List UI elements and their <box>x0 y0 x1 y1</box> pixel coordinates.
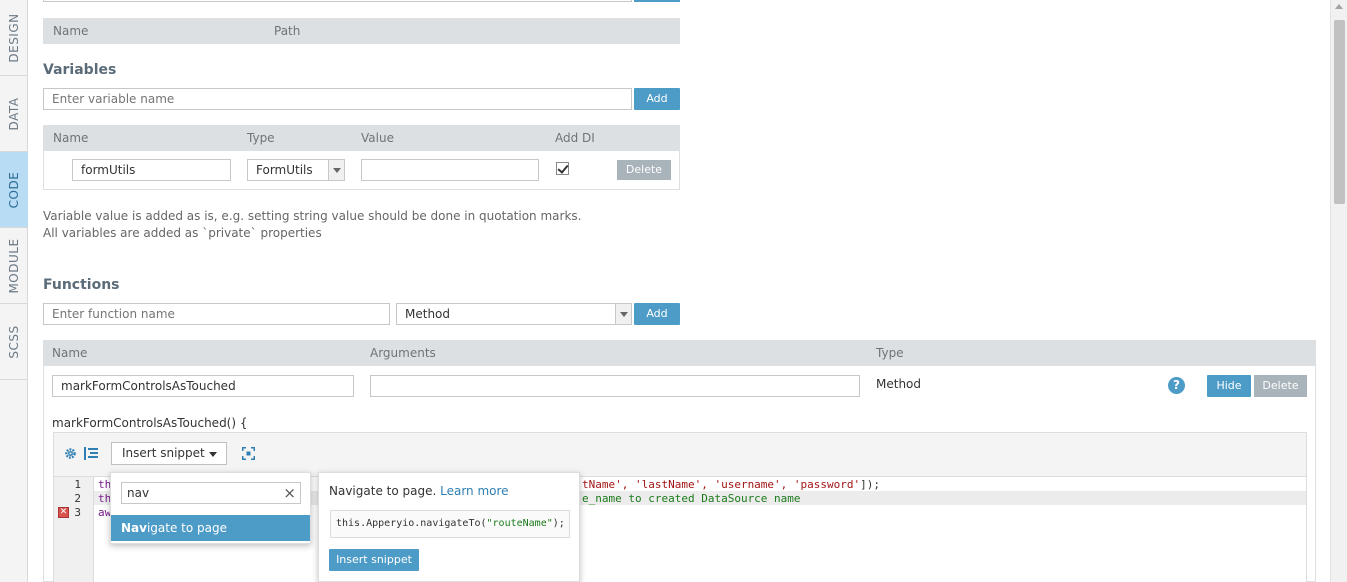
function-arguments-field[interactable] <box>370 375 860 397</box>
snippet-search-input[interactable]: nav × <box>121 482 301 504</box>
snippet-result-rest: igate to page <box>146 521 228 535</box>
add-di-checkbox[interactable] <box>556 162 569 175</box>
add-variable-button[interactable]: Add <box>634 88 680 110</box>
insert-snippet-dropdown[interactable]: Insert snippet <box>111 442 227 465</box>
snippet-result-match: Nav <box>121 521 147 535</box>
import-input[interactable] <box>43 0 632 2</box>
variable-name-field[interactable] <box>72 159 231 181</box>
variable-type-select[interactable]: FormUtils <box>247 159 345 181</box>
functions-table-header: Name Arguments Type <box>43 340 1316 366</box>
code-token: ]); <box>860 478 881 491</box>
delete-function-button[interactable]: Delete <box>1254 375 1307 397</box>
variable-name-input[interactable] <box>43 88 632 110</box>
snippet-search-popup: nav × Navigate to page <box>110 472 311 544</box>
editor-gutter: 1 2 ✕ 3 <box>54 477 94 582</box>
variable-row: FormUtils Delete <box>43 151 680 190</box>
snippet-code-preview: this.Apperyio.navigateTo("routeName"); <box>330 510 570 538</box>
function-signature: markFormControlsAsTouched() { <box>52 416 248 430</box>
snippet-search-value: nav <box>127 486 150 500</box>
variables-note-2: All variables are added as `private` pro… <box>43 226 322 240</box>
indent-icon[interactable] <box>84 447 98 460</box>
editor-toolbar <box>54 433 1306 477</box>
variables-col-type: Type <box>247 131 275 145</box>
function-type-value: Method <box>876 377 922 391</box>
line-number: 3 <box>74 506 81 519</box>
function-name-input[interactable] <box>43 303 390 325</box>
fullscreen-icon[interactable] <box>242 447 255 460</box>
tab-design[interactable]: DESIGN <box>0 0 28 76</box>
chevron-down-icon <box>328 160 344 180</box>
scroll-thumb[interactable] <box>1334 20 1345 204</box>
function-kind-value: Method <box>405 307 451 321</box>
vertical-tab-bar: DESIGN DATA CODE MODULE SCSS <box>0 0 28 582</box>
function-kind-select[interactable]: Method <box>396 303 632 325</box>
imports-table-header: Name Path <box>43 18 680 44</box>
tab-module[interactable]: MODULE <box>0 228 28 304</box>
close-icon[interactable]: × <box>283 484 296 502</box>
functions-col-arguments: Arguments <box>370 346 436 360</box>
tab-scss[interactable]: SCSS <box>0 304 28 380</box>
delete-variable-button[interactable]: Delete <box>617 160 671 180</box>
snippet-info-popup: Navigate to page. Learn more this.Appery… <box>318 472 580 582</box>
variables-col-value: Value <box>361 131 394 145</box>
imports-col-name: Name <box>53 24 89 38</box>
line-number: 2 <box>74 492 81 505</box>
tab-data[interactable]: DATA <box>0 76 28 152</box>
variable-value-field[interactable] <box>361 159 539 181</box>
scroll-up-arrow-icon[interactable] <box>1335 4 1343 9</box>
hide-function-button[interactable]: Hide <box>1207 375 1251 397</box>
scrollbar[interactable] <box>1330 0 1347 582</box>
line-number: 1 <box>74 478 81 491</box>
snippet-result-item[interactable]: Navigate to page <box>111 515 310 541</box>
snippet-code-token: ); <box>552 518 565 529</box>
imports-col-path: Path <box>274 24 301 38</box>
functions-col-type: Type <box>876 346 904 360</box>
code-token: e_name to created DataSource name <box>582 492 801 505</box>
variables-title: Variables <box>43 62 117 78</box>
variable-type-value: FormUtils <box>256 163 313 177</box>
functions-col-name: Name <box>52 346 88 360</box>
variables-table-header: Name Type Value Add DI <box>43 125 680 151</box>
import-add-button[interactable] <box>634 0 680 2</box>
variables-col-add-di: Add DI <box>555 131 595 145</box>
variables-col-name: Name <box>53 131 89 145</box>
chevron-down-icon <box>615 304 631 324</box>
learn-more-link[interactable]: Learn more <box>440 484 508 498</box>
gear-icon[interactable] <box>64 447 77 460</box>
insert-snippet-button[interactable]: Insert snippet <box>329 549 419 571</box>
function-name-field[interactable] <box>52 375 354 397</box>
code-token: tName', 'lastName', 'username', 'passwor… <box>582 478 861 491</box>
add-function-button[interactable]: Add <box>634 303 680 325</box>
snippet-code-token: this.Apperyio.navigateTo( <box>336 518 487 529</box>
help-icon[interactable]: ? <box>1168 377 1185 394</box>
functions-title: Functions <box>43 277 120 293</box>
snippet-description: Navigate to page. <box>329 484 437 498</box>
variables-note-1: Variable value is added as is, e.g. sett… <box>43 209 582 223</box>
tab-code[interactable]: CODE <box>0 152 28 228</box>
error-icon[interactable]: ✕ <box>58 507 69 518</box>
snippet-code-token: "routeName" <box>486 518 553 529</box>
